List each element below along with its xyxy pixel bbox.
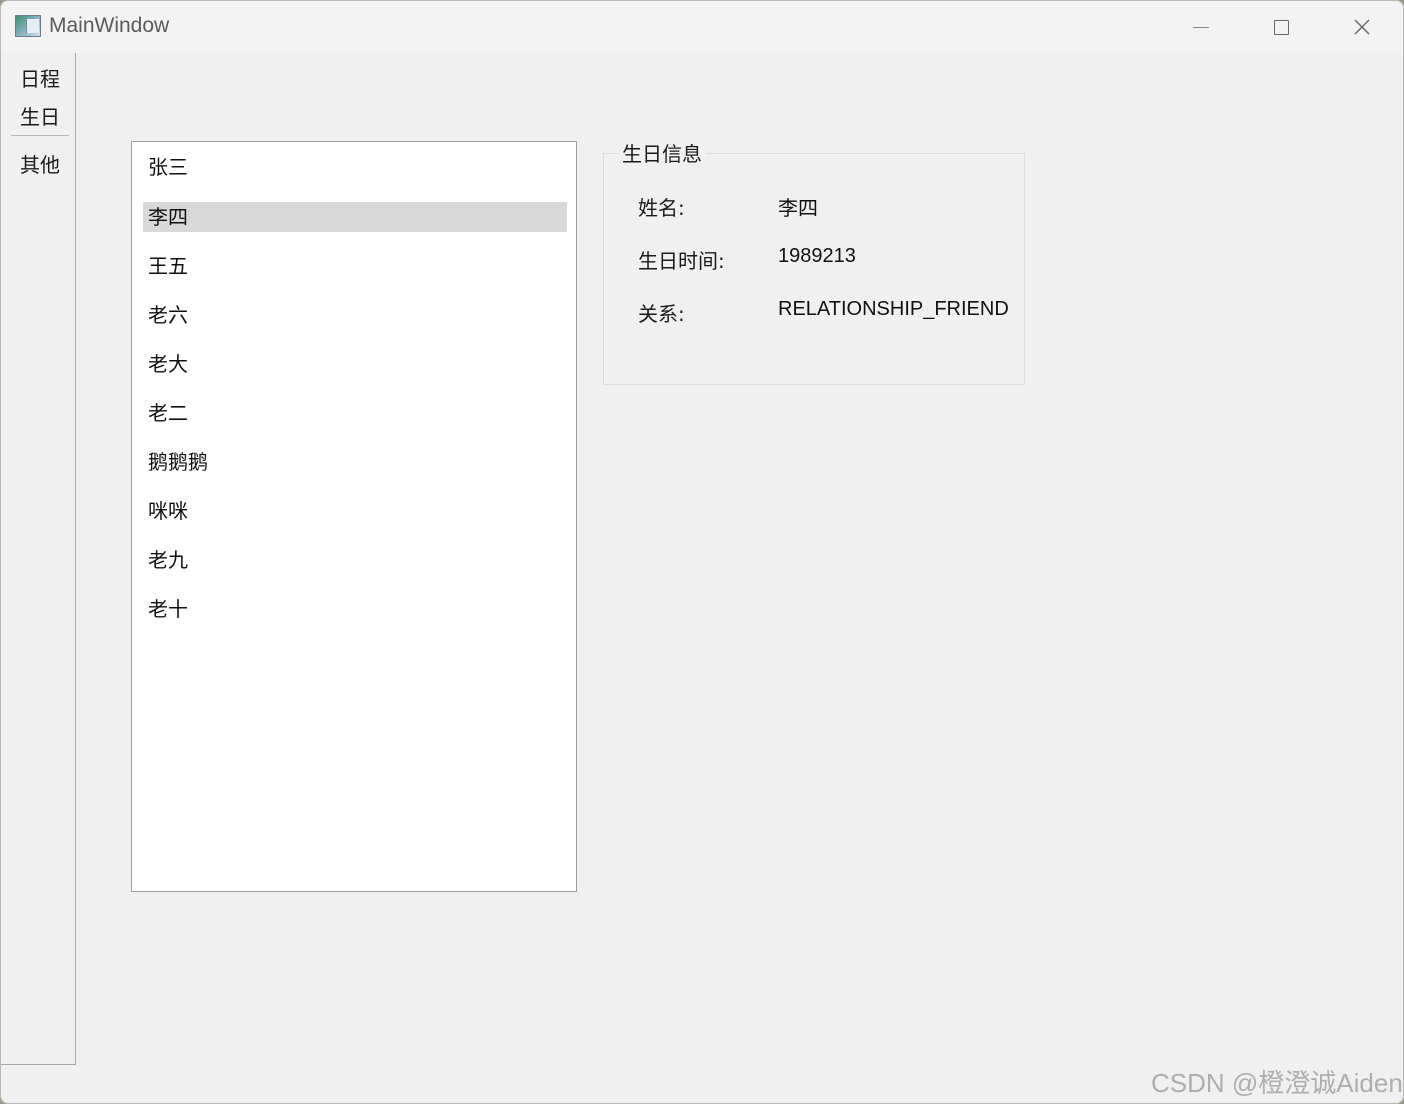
- list-item[interactable]: 老九: [143, 545, 567, 575]
- window-title: MainWindow: [49, 14, 170, 37]
- tab-schedule[interactable]: 日程: [20, 63, 60, 92]
- side-tab-bar: 日程 生日 其他: [1, 53, 76, 1065]
- list-item[interactable]: 老十: [143, 594, 567, 624]
- minimize-button[interactable]: [1161, 1, 1241, 53]
- maximize-button[interactable]: [1241, 1, 1321, 53]
- name-list[interactable]: 张三 李四 王五 老六 老大 老二 鹅鹅鹅 咪咪 老九 老十: [131, 141, 577, 892]
- list-item[interactable]: 咪咪: [143, 496, 567, 526]
- list-item[interactable]: 王五: [143, 251, 567, 281]
- tab-birthday[interactable]: 生日: [20, 101, 60, 130]
- birthday-time-value: 1989213: [778, 245, 856, 267]
- tab-other[interactable]: 其他: [20, 149, 60, 178]
- group-title: 生日信息: [618, 141, 706, 167]
- title-bar[interactable]: MainWindow: [1, 1, 1403, 53]
- list-item[interactable]: 老二: [143, 398, 567, 428]
- list-item[interactable]: 老六: [143, 300, 567, 330]
- relation-label: 关系:: [638, 302, 685, 326]
- list-item[interactable]: 张三: [143, 152, 567, 182]
- list-item-selected[interactable]: 李四: [143, 202, 567, 232]
- list-item[interactable]: 老大: [143, 349, 567, 379]
- app-icon: [15, 15, 41, 37]
- birthday-time-label: 生日时间:: [638, 249, 725, 273]
- main-window: MainWindow 日程 生日 其他 张三 李四 王五 老六 老大 老二 鹅鹅…: [0, 0, 1404, 1104]
- relation-value: RELATIONSHIP_FRIEND: [778, 298, 1009, 320]
- close-button[interactable]: [1322, 1, 1402, 53]
- list-item[interactable]: 鹅鹅鹅: [143, 447, 567, 477]
- tab-divider: [11, 135, 69, 136]
- close-icon: [1354, 19, 1370, 35]
- watermark: CSDN @橙澄诚Aiden: [1151, 1068, 1403, 1098]
- name-label: 姓名:: [638, 196, 685, 220]
- birthday-info-group: 生日信息 姓名: 李四 生日时间: 1989213 关系: RELATIONSH…: [603, 141, 1025, 385]
- name-value: 李四: [778, 198, 818, 220]
